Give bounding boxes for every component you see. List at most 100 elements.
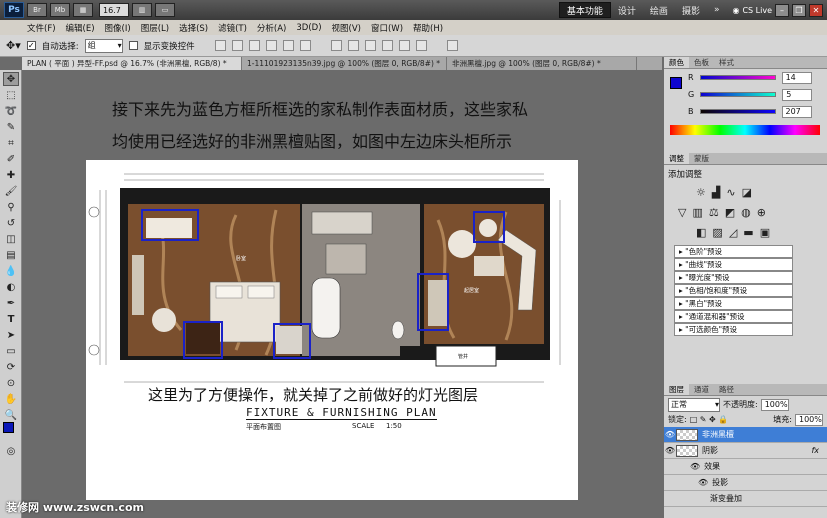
bridge-icon[interactable]: Br — [27, 3, 47, 17]
zoom-level[interactable]: 16.7 — [99, 3, 129, 17]
tab-masks[interactable]: 蒙版 — [689, 153, 714, 164]
curves-icon[interactable]: ∿ — [726, 186, 741, 199]
menu-image[interactable]: 图像(I) — [100, 22, 136, 34]
type-tool-icon[interactable]: T — [3, 312, 19, 326]
menu-window[interactable]: 窗口(W) — [366, 22, 408, 34]
marquee-tool-icon[interactable]: ⬚ — [3, 88, 19, 102]
zoom-tool-icon[interactable]: 🔍 — [3, 408, 19, 422]
mini-bridge-icon[interactable]: Mb — [50, 3, 70, 17]
blue-slider[interactable] — [699, 109, 776, 114]
posterize-icon[interactable]: ▨ — [712, 226, 728, 239]
hand-tool-icon[interactable]: ✋ — [3, 392, 19, 406]
move-tool-preset-icon[interactable]: ✥▾ — [6, 39, 21, 52]
history-brush-tool-icon[interactable]: ↺ — [3, 216, 19, 230]
floor-plan-document[interactable]: 起居室 卧室 管井 这里为了方便操作，就关掉了之前做好的灯光图层 FIXTURE… — [86, 160, 578, 500]
tab-channels[interactable]: 通道 — [689, 384, 714, 395]
auto-select-checkbox[interactable] — [26, 41, 36, 50]
align-left-icon[interactable] — [265, 40, 277, 51]
shape-tool-icon[interactable]: ▭ — [3, 344, 19, 358]
minimize-icon[interactable]: – — [775, 3, 789, 17]
auto-align-icon[interactable] — [446, 40, 458, 51]
levels-icon[interactable]: ▟ — [712, 186, 726, 199]
exposure-icon[interactable]: ◪ — [742, 186, 758, 199]
clone-stamp-tool-icon[interactable]: ⚲ — [3, 200, 19, 214]
workspace-essentials[interactable]: 基本功能 — [558, 2, 611, 18]
pen-tool-icon[interactable]: ✒ — [3, 296, 19, 310]
crop-tool-icon[interactable]: ⌗ — [3, 136, 19, 150]
gradient-tool-icon[interactable]: ▤ — [3, 248, 19, 262]
opacity-value[interactable]: 100% — [760, 398, 789, 411]
preset-channel-mixer[interactable]: ▸ "通道混和器"预设 — [674, 310, 793, 323]
fill-value[interactable]: 100% — [795, 413, 823, 426]
preset-black-white[interactable]: ▸ "黑白"预设 — [674, 297, 793, 310]
menu-view[interactable]: 视图(V) — [327, 22, 366, 34]
eye-icon[interactable]: 👁 — [698, 478, 708, 487]
align-middle-icon[interactable] — [231, 40, 243, 51]
show-transform-checkbox[interactable] — [128, 41, 138, 50]
tab-color[interactable]: 颜色 — [664, 57, 689, 68]
gradient-map-icon[interactable]: ▬ — [743, 226, 759, 239]
fx-badge[interactable]: fx — [811, 446, 819, 455]
mixer-icon[interactable]: ⊕ — [757, 206, 772, 219]
bw-icon[interactable]: ◩ — [725, 206, 741, 219]
tab-ebony-jpg[interactable]: 非洲黑檀.jpg @ 100% (图层 0, RGB/8#) * — [447, 57, 637, 70]
screen-mode-icon[interactable]: ▭ — [155, 3, 175, 17]
color-panel-swatch[interactable] — [670, 77, 682, 89]
align-right-icon[interactable] — [299, 40, 311, 51]
3d-rotate-tool-icon[interactable]: ⟳ — [3, 360, 19, 374]
photo-filter-icon[interactable]: ◍ — [741, 206, 757, 219]
preset-curves[interactable]: ▸ "曲线"预设 — [674, 258, 793, 271]
distribute-top-icon[interactable] — [330, 40, 342, 51]
tab-texture-jpg[interactable]: 1-11101923135n39.jpg @ 100% (图层 0, RGB/8… — [242, 57, 447, 70]
tab-plan-psd[interactable]: PLAN ( 平面 ) 异型-FF.psd @ 16.7% (非洲黑檀, RGB… — [22, 57, 242, 70]
move-tool-icon[interactable]: ✥ — [3, 72, 19, 86]
eye-icon[interactable]: 👁 — [664, 446, 676, 455]
align-center-icon[interactable] — [282, 40, 294, 51]
view-extras-icon[interactable]: ▦ — [73, 3, 93, 17]
workspace-design[interactable]: 设计 — [611, 2, 643, 18]
effects-row[interactable]: 👁 效果 — [664, 459, 827, 475]
menu-select[interactable]: 选择(S) — [174, 22, 213, 34]
tab-layers[interactable]: 图层 — [664, 384, 689, 395]
menu-filter[interactable]: 滤镜(T) — [213, 22, 252, 34]
tab-styles[interactable]: 样式 — [714, 57, 739, 68]
menu-edit[interactable]: 编辑(E) — [61, 22, 100, 34]
selective-color-icon[interactable]: ▣ — [760, 226, 776, 239]
menu-layer[interactable]: 图层(L) — [136, 22, 174, 34]
quick-mask-icon[interactable]: ◎ — [3, 444, 19, 458]
distribute-bottom-icon[interactable] — [364, 40, 376, 51]
preset-hue-saturation[interactable]: ▸ "色相/饱和度"预设 — [674, 284, 793, 297]
close-icon[interactable]: ✕ — [809, 3, 823, 17]
distribute-right-icon[interactable] — [415, 40, 427, 51]
dodge-tool-icon[interactable]: ◐ — [3, 280, 19, 294]
3d-camera-tool-icon[interactable]: ⊙ — [3, 376, 19, 390]
red-slider[interactable] — [699, 75, 776, 80]
workspace-painting[interactable]: 绘画 — [643, 2, 675, 18]
tab-paths[interactable]: 路径 — [714, 384, 739, 395]
effect-gradient-overlay[interactable]: 渐变叠加 — [664, 491, 827, 507]
effect-drop-shadow[interactable]: 👁 投影 — [664, 475, 827, 491]
green-slider[interactable] — [700, 92, 777, 97]
balance-icon[interactable]: ⚖ — [709, 206, 725, 219]
foreground-color-swatch[interactable] — [3, 422, 14, 433]
align-bottom-icon[interactable] — [248, 40, 260, 51]
layer-ebony[interactable]: 👁 非洲黑檀 — [664, 427, 827, 443]
blue-value[interactable]: 207 — [781, 105, 812, 118]
vibrance-icon[interactable]: ▽ — [678, 206, 692, 219]
workspace-photography[interactable]: 摄影 — [675, 2, 707, 18]
blur-tool-icon[interactable]: 💧 — [3, 264, 19, 278]
layer-shadow[interactable]: 👁 阴影 fx — [664, 443, 827, 459]
menu-help[interactable]: 帮助(H) — [408, 22, 448, 34]
preset-selective-color[interactable]: ▸ "可选颜色"预设 — [674, 323, 793, 336]
lasso-tool-icon[interactable]: ➰ — [3, 104, 19, 118]
healing-brush-tool-icon[interactable]: ✚ — [3, 168, 19, 182]
eye-icon[interactable]: 👁 — [690, 462, 700, 471]
tab-adjustments[interactable]: 调整 — [664, 153, 689, 164]
quick-select-tool-icon[interactable]: ✎ — [3, 120, 19, 134]
green-value[interactable]: 5 — [782, 88, 813, 101]
lock-icons[interactable]: □ ✎ ✥ 🔒 — [690, 415, 729, 424]
red-value[interactable]: 14 — [781, 71, 812, 84]
align-top-icon[interactable] — [214, 40, 226, 51]
preset-levels[interactable]: ▸ "色阶"预设 — [674, 245, 793, 258]
color-spectrum[interactable] — [670, 125, 820, 135]
